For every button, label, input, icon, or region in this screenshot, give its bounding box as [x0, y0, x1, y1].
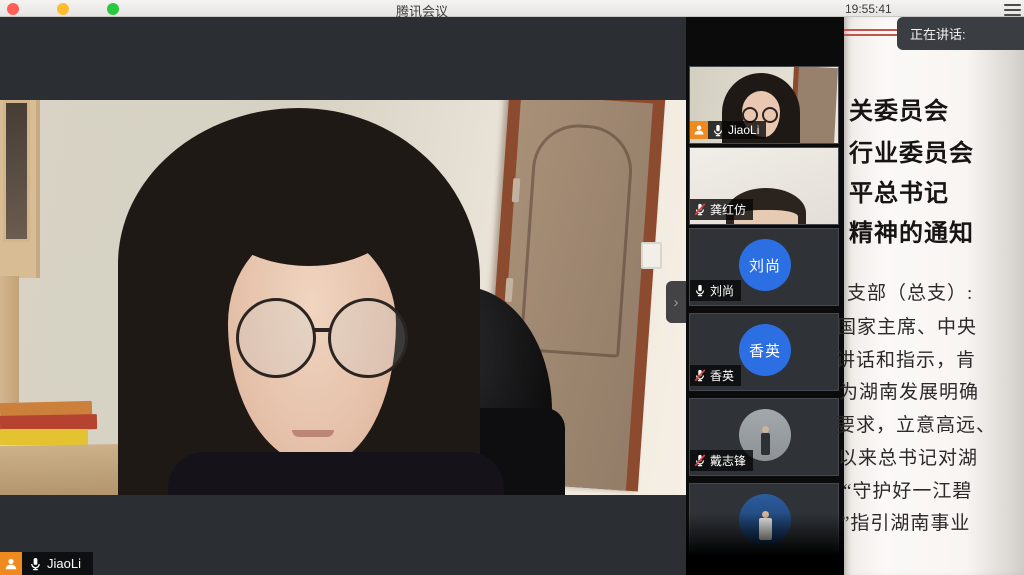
mic-on-icon — [29, 557, 42, 571]
window-title: 腾讯会议 — [0, 1, 844, 20]
participant-tile-daizhifeng[interactable]: 戴志锋 — [689, 398, 839, 476]
sidebar-collapse-handle[interactable]: › — [666, 281, 686, 323]
mic-on-icon — [694, 284, 706, 297]
doc-title-line: 行业委员会 — [849, 133, 974, 168]
doc-title-line: 平总书记 — [849, 173, 949, 208]
main-video-feed[interactable] — [0, 100, 686, 495]
mic-muted-icon — [694, 369, 706, 382]
doc-title-line: 精神的通知 — [849, 213, 974, 248]
titlebar: 腾讯会议 19:55:41 — [0, 0, 1024, 17]
doc-body-line: 支部（总支）: — [847, 278, 973, 305]
doc-body-line: 为湖南发展明确 — [839, 377, 979, 404]
participants-sidebar: JiaoLi 龚红仿 刘尚 刘尚 香英 香英 — [686, 17, 844, 575]
doc-body-line: ”指引湖南事业 — [841, 508, 970, 535]
doc-body-line: 要求，立意高远、 — [836, 410, 996, 437]
participant-label: JiaoLi — [690, 121, 766, 139]
mic-muted-icon — [694, 454, 706, 467]
host-badge-icon — [690, 121, 708, 139]
glasses-left-lens — [236, 298, 316, 378]
glasses-bridge — [314, 328, 330, 332]
participant-tile-gonghongfang[interactable]: 龚红仿 — [689, 147, 839, 225]
participant-name: 刘尚 — [710, 282, 734, 299]
participant-tile-jiaoli[interactable]: JiaoLi — [689, 66, 839, 144]
participant-label: 香英 — [690, 365, 741, 386]
self-name-label: JiaoLi — [22, 552, 93, 575]
screen: 腾讯会议 19:55:41 — [0, 0, 1024, 575]
mic-on-icon — [712, 124, 724, 137]
participant-label: 戴志锋 — [690, 450, 753, 471]
person-jacket — [168, 452, 504, 495]
participant-name: 戴志锋 — [710, 452, 746, 469]
doc-body-line: 讲话和指示，肯 — [836, 345, 976, 372]
document-window[interactable]: 关委员会 行业委员会 平总书记 精神的通知 支部（总支）: 国家主席、中央 讲话… — [844, 17, 1024, 575]
participant-label: 刘尚 — [690, 280, 741, 301]
sidebar-bottom-fade — [686, 513, 844, 575]
avatar: 刘尚 — [739, 239, 791, 291]
light-switch — [641, 242, 662, 269]
bookshelf-side — [0, 276, 19, 411]
avatar: 香英 — [739, 324, 791, 376]
self-name-text: JiaoLi — [47, 556, 81, 571]
doc-title-line: 关委员会 — [849, 91, 949, 126]
doc-body-line: “守护好一江碧 — [843, 476, 972, 503]
chevron-right-icon: › — [674, 294, 679, 311]
now-speaking-text: 正在讲话: — [910, 24, 966, 43]
doc-body-line: 以来总书记对湖 — [838, 443, 978, 470]
participant-name: 龚红仿 — [710, 201, 746, 218]
participant-label: 龚红仿 — [690, 199, 753, 220]
host-badge-icon — [0, 552, 22, 575]
person-mouth — [292, 430, 334, 437]
self-name-row: JiaoLi — [0, 552, 93, 575]
mic-muted-icon — [694, 203, 706, 216]
participant-tile-xiangying[interactable]: 香英 香英 — [689, 313, 839, 391]
bookshelf — [0, 100, 40, 278]
glasses-right-lens — [328, 298, 408, 378]
book-spine — [0, 429, 88, 445]
participant-name: 香英 — [710, 367, 734, 384]
menubar-clock: 19:55:41 — [845, 2, 892, 16]
doc-body-line: 国家主席、中央 — [837, 312, 977, 339]
participant-name: JiaoLi — [728, 123, 759, 137]
now-speaking-badge: 正在讲话: — [897, 17, 1024, 50]
participant-tile-liushang[interactable]: 刘尚 刘尚 — [689, 228, 839, 306]
